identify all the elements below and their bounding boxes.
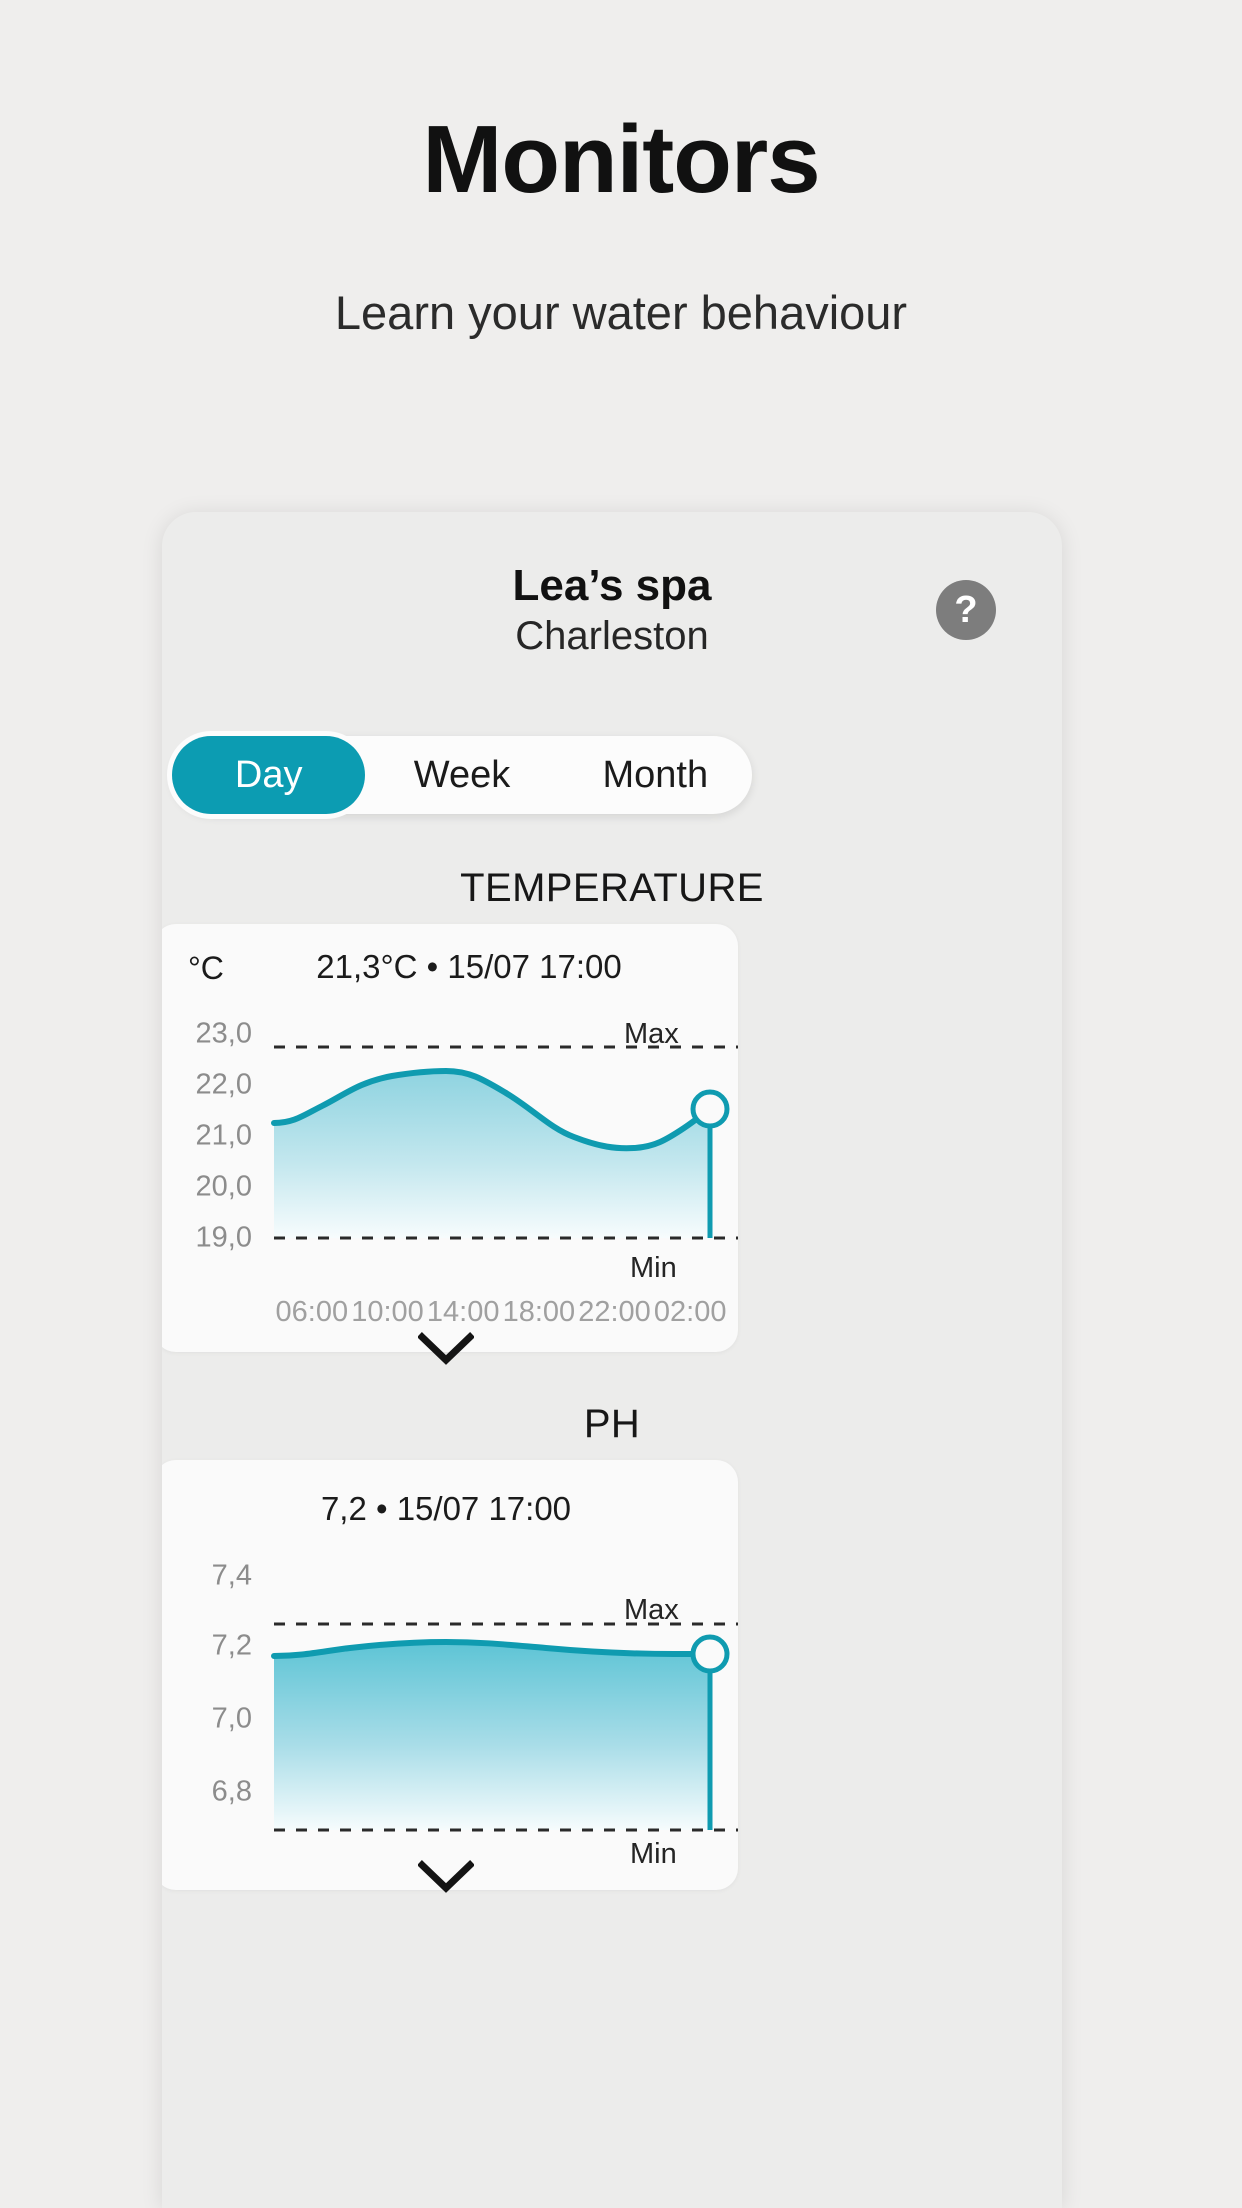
ph-area-fill bbox=[274, 1642, 710, 1830]
temperature-min-label: Min bbox=[630, 1252, 677, 1284]
temperature-x-axis: 06:00 10:00 14:00 18:00 22:00 02:00 bbox=[162, 1296, 738, 1329]
tab-month[interactable]: Month bbox=[559, 736, 752, 814]
ph-area-chart bbox=[271, 1622, 738, 1832]
section-title-temperature: TEMPERATURE bbox=[460, 866, 764, 910]
temperature-card-header: °C 21,3°C • 15/07 17:00 bbox=[162, 924, 738, 1010]
tab-day[interactable]: Day bbox=[172, 736, 366, 814]
ph-max-label: Max bbox=[624, 1594, 679, 1626]
x-tick: 06:00 bbox=[275, 1296, 349, 1328]
chevron-down-icon[interactable] bbox=[418, 1332, 474, 1366]
ph-endpoint-marker bbox=[690, 1634, 730, 1674]
screen-root: Monitors Learn your water behaviour Lea’… bbox=[0, 0, 1242, 2208]
help-icon[interactable]: ? bbox=[936, 580, 996, 640]
x-tick: 10:00 bbox=[351, 1296, 424, 1328]
temperature-expand-row[interactable] bbox=[162, 1332, 738, 1366]
x-tick: 18:00 bbox=[502, 1296, 576, 1328]
spa-name: Lea’s spa bbox=[512, 561, 712, 610]
temperature-reading: 21,3°C • 15/07 17:00 bbox=[316, 948, 622, 985]
period-segmented-control: Day Week Month bbox=[172, 736, 752, 814]
temperature-max-label: Max bbox=[624, 1018, 679, 1050]
page-title: Monitors bbox=[422, 106, 820, 213]
x-tick: 02:00 bbox=[653, 1296, 727, 1328]
temperature-chart-card[interactable]: °C 21,3°C • 15/07 17:00 23,0 22,0 21,0 2… bbox=[162, 924, 738, 1365]
temperature-plot: 23,0 22,0 21,0 20,0 19,0 Max Min bbox=[162, 1010, 738, 1296]
ph-chart-card[interactable]: 7,2 • 15/07 17:00 7,4 7,2 7,0 6,8 Max Mi… bbox=[162, 1460, 738, 1893]
panel-header: Lea’s spa Charleston bbox=[162, 560, 1062, 661]
temperature-endpoint-marker bbox=[690, 1089, 730, 1129]
ph-plot: 7,4 7,2 7,0 6,8 Max Min bbox=[162, 1546, 738, 1870]
x-tick: 22:00 bbox=[578, 1296, 651, 1328]
section-title-ph: PH bbox=[583, 1402, 641, 1446]
monitors-panel: Lea’s spa Charleston ? Day Week Month TE… bbox=[162, 512, 1062, 2208]
x-tick: 14:00 bbox=[426, 1296, 500, 1328]
ph-expand-row[interactable] bbox=[162, 1860, 738, 1894]
chevron-down-icon[interactable] bbox=[418, 1860, 474, 1894]
page-subtitle: Learn your water behaviour bbox=[334, 286, 908, 339]
spa-location: Charleston bbox=[515, 613, 709, 658]
tab-week[interactable]: Week bbox=[365, 736, 558, 814]
ph-reading: 7,2 • 15/07 17:00 bbox=[320, 1490, 572, 1527]
ph-card-header: 7,2 • 15/07 17:00 bbox=[162, 1460, 738, 1546]
